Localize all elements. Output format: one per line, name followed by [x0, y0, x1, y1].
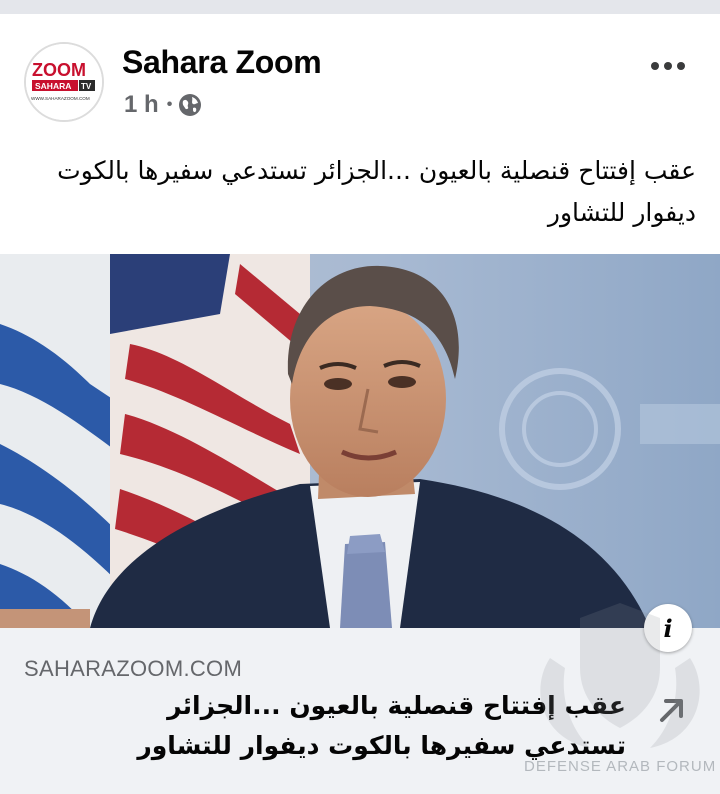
- link-title[interactable]: عقب إفتتاح قنصلية بالعيون ...الجزائر تست…: [66, 686, 626, 766]
- more-options-icon: [651, 62, 659, 70]
- more-options-button[interactable]: [646, 54, 690, 78]
- watermark-text: DEFENSE ARAB FORUM: [524, 758, 717, 775]
- news-photo-illustration: [0, 254, 720, 628]
- external-link-arrow-icon[interactable]: [652, 690, 692, 730]
- page-name-link[interactable]: Sahara Zoom: [122, 44, 322, 81]
- svg-text:WWW.SAHARAZOOM.COM: WWW.SAHARAZOOM.COM: [31, 96, 90, 101]
- post-time[interactable]: 1 h: [124, 91, 159, 119]
- more-options-dot: [664, 62, 672, 70]
- sahara-zoom-logo: ZOOM SAHARA TV WWW.SAHARAZOOM.COM: [26, 44, 102, 120]
- more-options-dot: [677, 62, 685, 70]
- info-icon: i: [663, 613, 673, 643]
- meta-separator: •: [166, 96, 173, 113]
- svg-text:ZOOM: ZOOM: [32, 60, 86, 80]
- post-text: عقب إفتتاح قنصلية بالعيون ...الجزائر تست…: [57, 156, 696, 227]
- post-photo[interactable]: [0, 254, 720, 628]
- ad-info-button[interactable]: i: [644, 604, 692, 652]
- feed-divider: [0, 0, 720, 14]
- post-meta: 1 h •: [124, 91, 202, 119]
- svg-text:SAHARA: SAHARA: [35, 81, 71, 91]
- globe-icon[interactable]: [178, 93, 202, 117]
- link-domain: SAHARAZOOM.COM: [24, 656, 243, 681]
- page-avatar[interactable]: ZOOM SAHARA TV WWW.SAHARAZOOM.COM: [24, 42, 104, 122]
- post-header: ZOOM SAHARA TV WWW.SAHARAZOOM.COM Sahara…: [0, 14, 720, 134]
- svg-text:TV: TV: [81, 82, 92, 91]
